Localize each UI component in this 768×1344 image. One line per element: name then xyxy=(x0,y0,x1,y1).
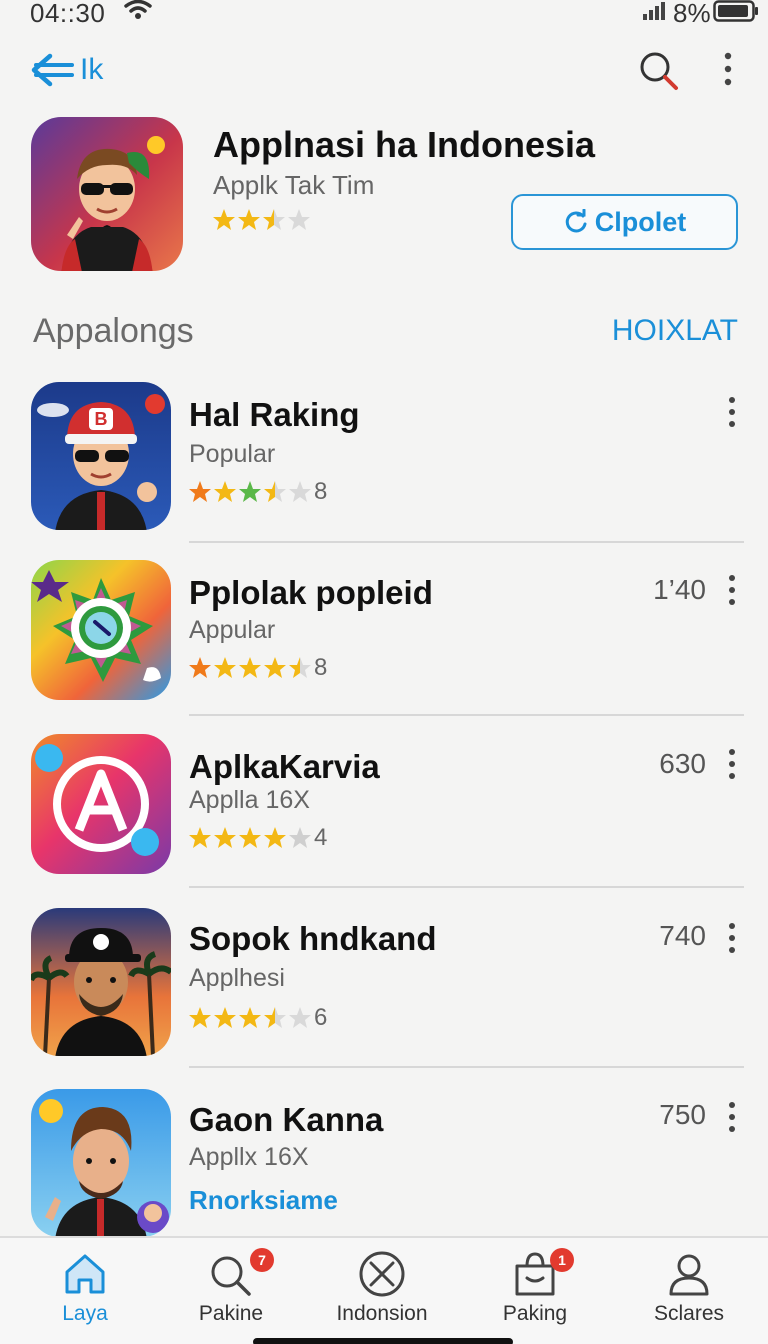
divider xyxy=(189,541,744,543)
signal-icon xyxy=(643,2,665,20)
app-icon: B xyxy=(31,382,171,530)
home-icon xyxy=(65,1254,105,1294)
back-button[interactable]: Ik xyxy=(28,48,103,92)
nav-label: Sclares xyxy=(653,1302,725,1325)
more-vertical-icon[interactable] xyxy=(722,572,742,612)
app-count: 740 xyxy=(659,920,706,951)
more-vertical-icon[interactable] xyxy=(722,394,742,434)
nav-item-laya[interactable]: Laya xyxy=(20,1250,150,1340)
app-rating: 8 xyxy=(189,654,327,682)
app-icon xyxy=(31,560,171,700)
star-icon xyxy=(238,209,260,230)
nav-label: Pakine xyxy=(198,1302,264,1325)
rating-stars xyxy=(189,657,311,678)
app-count: 1’40 xyxy=(653,574,706,605)
svg-text:B: B xyxy=(95,409,108,429)
app-action-link[interactable]: Rnorksiame xyxy=(189,1185,338,1216)
app-name: Pplolak popleid xyxy=(189,574,433,611)
list-item[interactable]: B Hal Raking Popular 8 xyxy=(0,382,768,552)
app-icon xyxy=(31,734,171,874)
rating-count: 4 xyxy=(314,824,328,851)
refresh-icon xyxy=(565,209,587,233)
app-subtitle: Popular xyxy=(189,440,276,468)
status-time: 04::30 xyxy=(30,0,106,28)
app-icon xyxy=(31,908,171,1056)
avatar-cap-icon: B xyxy=(31,382,171,530)
star-half-icon xyxy=(263,209,285,230)
nav-label: Paking xyxy=(502,1302,568,1325)
wifi-icon xyxy=(124,0,152,19)
complete-button-label: Clpolet xyxy=(594,206,687,237)
section-see-all-link[interactable]: HOIXLAT xyxy=(612,314,738,348)
list-item[interactable]: Sopok hndkand Applhesi 6 740 xyxy=(0,908,768,1078)
notification-badge: 7 xyxy=(250,1248,274,1272)
star-empty-icon xyxy=(288,209,310,230)
rating-count: 8 xyxy=(314,478,328,505)
more-vertical-icon[interactable] xyxy=(716,48,740,92)
divider xyxy=(189,1066,744,1068)
nav-item-pakine[interactable]: 7 Pakine xyxy=(166,1248,296,1340)
section-title: Appalongs xyxy=(33,312,194,350)
arrow-left-icon xyxy=(31,53,74,87)
app-rating: 4 xyxy=(189,824,327,852)
app-rating: 8 xyxy=(189,478,327,506)
avatar-palm-icon xyxy=(31,908,171,1056)
rating-count: 6 xyxy=(314,1004,328,1031)
app-name: AplkaKarvia xyxy=(189,748,380,785)
divider xyxy=(189,714,744,716)
nav-label: Laya xyxy=(62,1302,108,1325)
rating-count: 8 xyxy=(314,654,328,681)
more-vertical-icon[interactable] xyxy=(722,1099,742,1139)
rating-stars xyxy=(189,827,311,848)
app-rating: 6 xyxy=(189,1004,327,1032)
app-subtitle: Appular xyxy=(189,616,276,644)
notification-badge: 1 xyxy=(550,1248,574,1272)
divider xyxy=(189,886,744,888)
rating-stars xyxy=(189,1007,311,1028)
complete-button[interactable]: Clpolet xyxy=(511,194,738,250)
list-item[interactable]: Pplolak popleid Appular 8 1’40 xyxy=(0,560,768,730)
back-label: Ik xyxy=(80,53,104,86)
home-indicator xyxy=(253,1338,513,1344)
app-name: Sopok hndkand xyxy=(189,920,437,957)
list-item[interactable]: AplkaKarvia Applla 16X 4 630 xyxy=(0,734,768,904)
nav-item-sclares[interactable]: Sclares xyxy=(624,1250,754,1340)
featured-app-subtitle: Applk Tak Tim xyxy=(213,170,375,200)
search-icon[interactable] xyxy=(636,48,680,92)
more-vertical-icon[interactable] xyxy=(722,746,742,786)
list-item[interactable]: Gaon Kanna Appllx 16X Rnorksiame 750 xyxy=(0,1089,768,1259)
app-name: Hal Raking xyxy=(189,396,360,433)
nav-label: Indonsion xyxy=(336,1302,428,1325)
featured-rating-stars xyxy=(213,209,310,230)
colorful-lens-icon xyxy=(31,560,171,700)
more-vertical-icon[interactable] xyxy=(722,920,742,960)
rating-stars xyxy=(189,481,311,502)
star-icon xyxy=(213,209,235,230)
nav-item-paking[interactable]: 1 Paking xyxy=(470,1248,600,1340)
status-bar: 04::30 8% xyxy=(0,0,768,30)
avatar-sunglasses-icon xyxy=(31,117,183,271)
letter-a-icon xyxy=(31,734,171,874)
app-count: 630 xyxy=(659,748,706,779)
nav-item-indonsion[interactable]: Indonsion xyxy=(317,1250,447,1340)
user-icon xyxy=(669,1254,709,1296)
app-subtitle: Applla 16X xyxy=(189,786,310,814)
avatar-sun-icon xyxy=(31,1089,171,1237)
featured-app-icon[interactable] xyxy=(31,117,183,271)
app-icon xyxy=(31,1089,171,1237)
close-circle-icon xyxy=(359,1251,405,1297)
app-subtitle: Applhesi xyxy=(189,964,285,992)
app-subtitle: Appllx 16X xyxy=(189,1143,309,1171)
app-name: Gaon Kanna xyxy=(189,1101,384,1138)
search-icon xyxy=(211,1256,251,1296)
featured-app-title[interactable]: Applnasi ha Indonesia xyxy=(213,124,595,166)
battery-icon xyxy=(713,0,758,22)
bottom-navigation: Laya 7 Pakine Indonsion 1 Paking Sclares xyxy=(0,1236,768,1344)
battery-percent: 8% xyxy=(673,0,711,28)
app-count: 750 xyxy=(659,1099,706,1130)
